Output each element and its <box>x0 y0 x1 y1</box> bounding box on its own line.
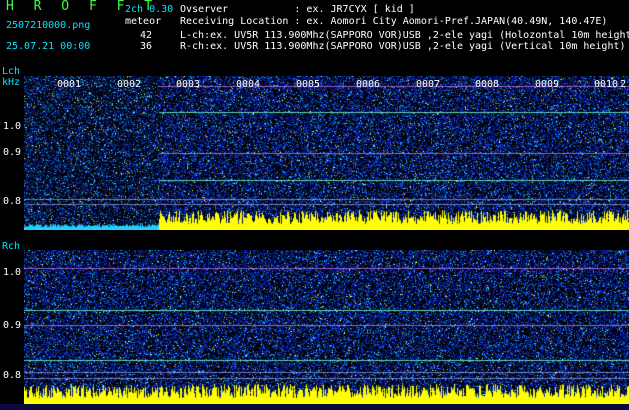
lch-unit: kHz <box>2 77 21 88</box>
rch-tick-1: 1.0 <box>3 267 22 278</box>
file-name: 2507210000.png <box>6 20 91 31</box>
rch-tick-3: 0.8 <box>3 370 22 381</box>
segment-label: 0003 <box>176 79 201 90</box>
rch-spectrogram <box>24 250 629 404</box>
observer-line: Ovserver : ex. JR7CYX [ kid ] <box>180 4 415 15</box>
mode-ch: 2ch 0.30 <box>125 4 174 15</box>
segment-label: 0004 <box>236 79 261 90</box>
lch-line: L-ch:ex. UV5R 113.900Mhz(SAPPORO VOR)USB… <box>180 30 629 41</box>
lch-label: Lch <box>2 66 21 77</box>
segment-label: 0007 <box>416 79 441 90</box>
segment-label: 0009 <box>535 79 560 90</box>
lch-tick-2: 0.9 <box>3 147 22 158</box>
count-r: 36 <box>140 41 153 52</box>
segment-label: 0002 <box>117 79 142 90</box>
segment-label: 2 <box>620 79 627 90</box>
file-datetime: 25.07.21 00:00 <box>6 41 91 52</box>
segment-label: 0006 <box>356 79 381 90</box>
segment-label: 0005 <box>296 79 321 90</box>
lch-tick-3: 0.8 <box>3 196 22 207</box>
segment-label: 0010 <box>594 79 619 90</box>
rch-line: R-ch:ex. UV5R 113.900Mhz(SAPPORO VOR)USB… <box>180 41 626 52</box>
location-line: Receiving Location : ex. Aomori City Aom… <box>180 16 608 27</box>
segment-label: 0001 <box>57 79 82 90</box>
rch-tick-2: 0.9 <box>3 320 22 331</box>
bottom-bar <box>0 404 629 410</box>
count-l: 42 <box>140 30 153 41</box>
mode-type: meteor <box>125 16 162 27</box>
lch-tick-1: 1.0 <box>3 121 22 132</box>
segment-label: 0008 <box>475 79 500 90</box>
rch-label: Rch <box>2 241 21 252</box>
lch-spectrogram <box>24 76 629 230</box>
